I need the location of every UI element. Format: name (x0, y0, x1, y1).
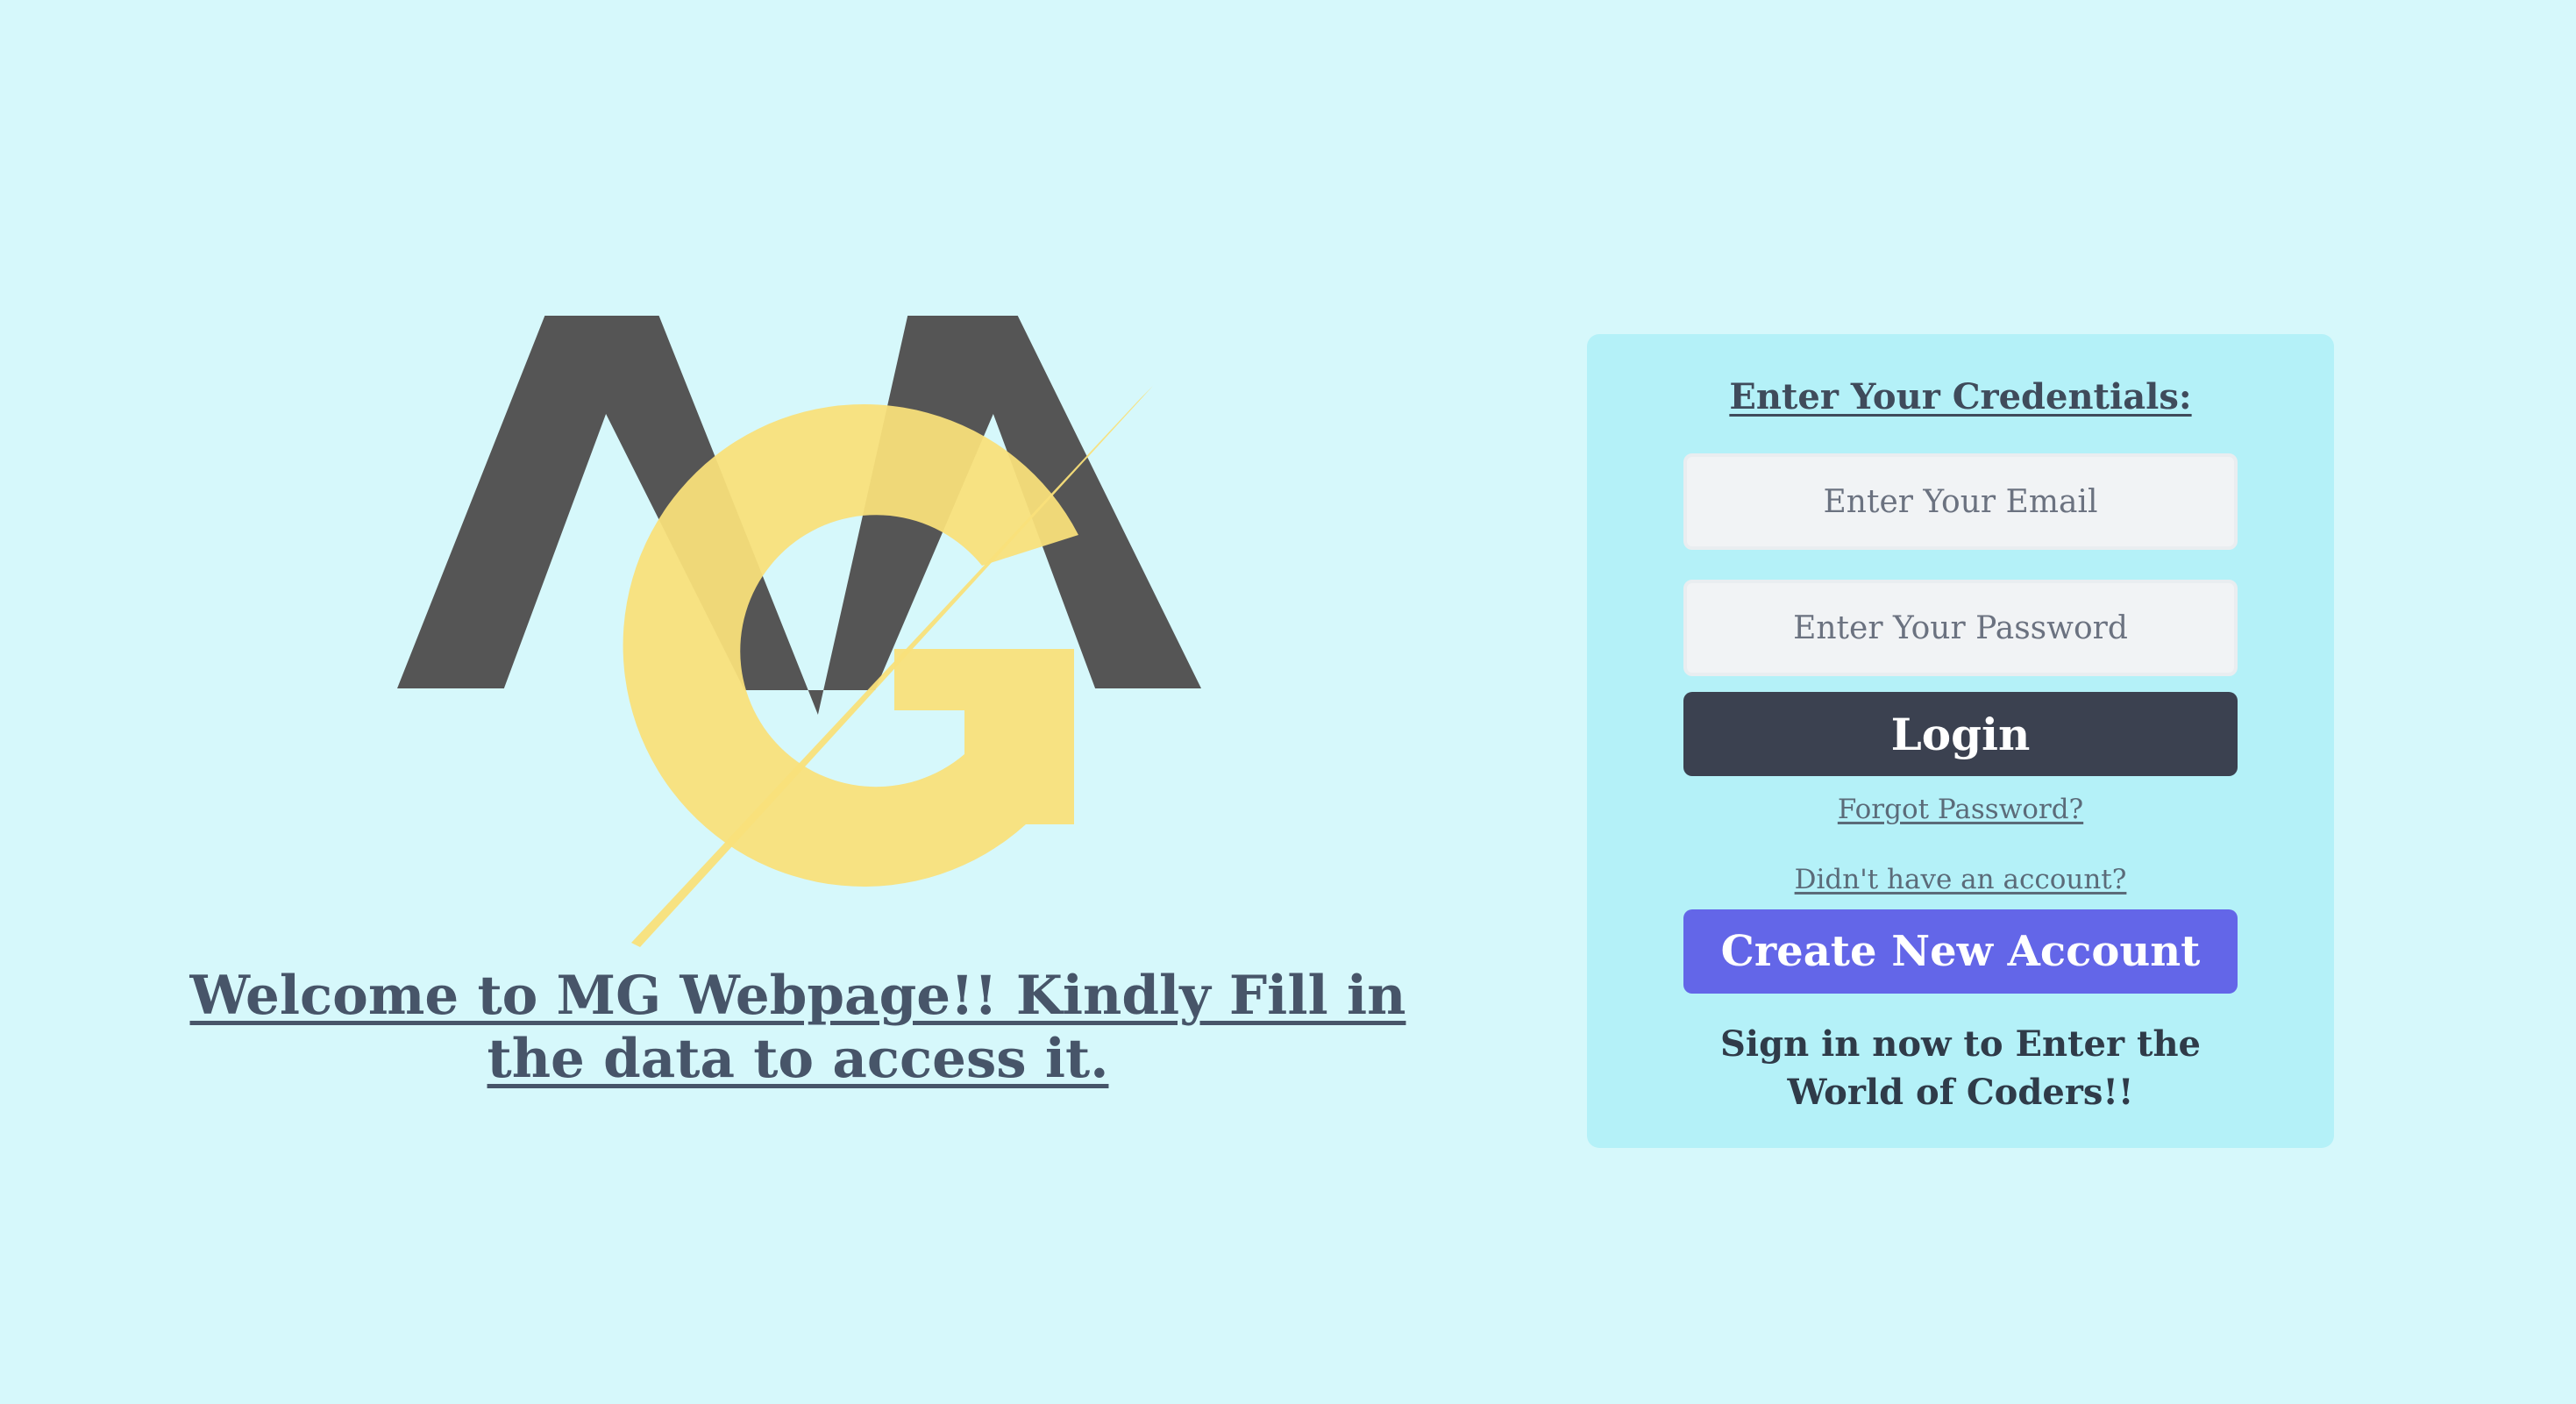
card-title: Enter Your Credentials: (1729, 376, 2192, 417)
welcome-heading: Welcome to MG Webpage!! Kindly Fill in t… (189, 965, 1406, 1090)
tagline: Sign in now to Enter the World of Coders… (1720, 1023, 2201, 1113)
login-button[interactable]: Login (1683, 692, 2238, 776)
login-card: Enter Your Credentials: Login Forgot Pas… (1587, 334, 2334, 1148)
mg-logo (397, 316, 1201, 947)
no-account-link[interactable]: Didn't have an account? (1587, 864, 2334, 895)
password-input[interactable] (1683, 580, 2238, 676)
create-account-button[interactable]: Create New Account (1683, 909, 2238, 994)
forgot-password-link[interactable]: Forgot Password? (1587, 794, 2334, 825)
email-input[interactable] (1683, 453, 2238, 550)
page: Welcome to MG Webpage!! Kindly Fill in t… (0, 0, 2576, 1404)
